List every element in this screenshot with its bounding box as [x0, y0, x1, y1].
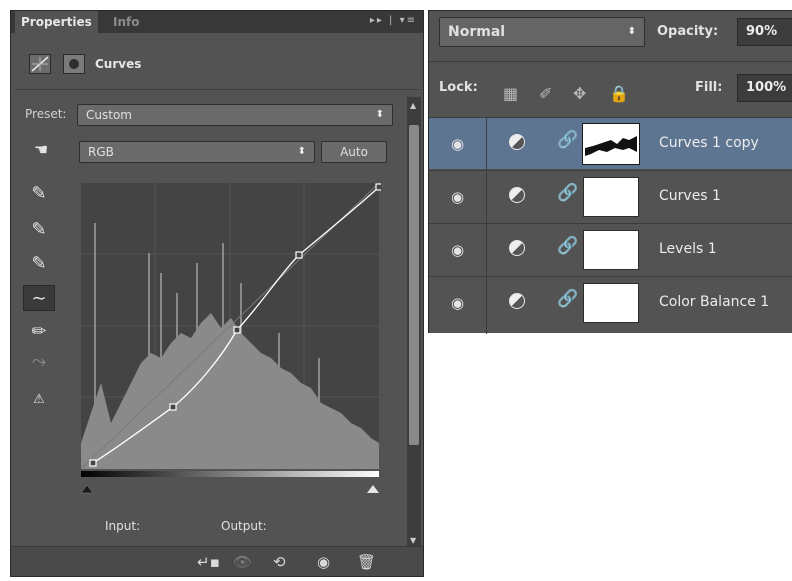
black-point-eyedropper-icon[interactable]: ✎ [23, 181, 55, 207]
clipping-warning-icon[interactable]: ⚠ [23, 387, 55, 413]
adjustment-layer-icon [509, 134, 525, 150]
lock-transparent-pixels-icon[interactable]: ▦ [503, 84, 518, 103]
layer-row[interactable]: ◉ 🔗 Levels 1 [429, 223, 792, 276]
black-point-slider[interactable] [81, 484, 94, 494]
white-point-eyedropper-icon[interactable]: ✎ [23, 251, 55, 277]
layer-mask-thumbnail[interactable] [583, 230, 639, 270]
properties-footer: ↵▪ 👁 ⟲ ◉ 🗑 [11, 546, 423, 576]
reset-icon[interactable]: ⟲ [273, 553, 286, 571]
blend-mode-select[interactable]: Normal ⬍ [439, 17, 645, 47]
channel-value: RGB [88, 145, 114, 159]
eye-icon[interactable]: ◉ [429, 224, 487, 276]
eye-icon[interactable]: ◉ [429, 118, 487, 170]
view-previous-state-icon[interactable]: 👁 [233, 553, 252, 571]
tab-properties[interactable]: Properties [15, 11, 98, 33]
layer-row[interactable]: ◉ 🔗 Color Balance 1 [429, 276, 792, 334]
opacity-field[interactable]: 90% [737, 18, 792, 46]
mask-preview [585, 136, 637, 156]
layer-mask-icon[interactable] [63, 54, 85, 74]
channel-select[interactable]: RGB ⬍ [79, 141, 315, 163]
lock-image-pixels-icon[interactable]: ✐ [539, 84, 552, 103]
select-arrow-icon: ⬍ [627, 26, 636, 37]
adjustment-layer-icon [509, 293, 525, 309]
scroll-up-icon[interactable]: ▲ [410, 101, 416, 110]
opacity-label: Opacity: [657, 24, 719, 39]
layer-row[interactable]: ◉ 🔗 Curves 1 copy [429, 117, 792, 170]
layers-panel: Normal ⬍ Opacity: 90% Lock: ▦ ✐ ✥ 🔒 Fill… [428, 10, 792, 334]
blend-opacity-row: Normal ⬍ Opacity: 90% [429, 11, 792, 53]
fill-label: Fill: [695, 80, 723, 95]
divider [15, 89, 419, 90]
curve-point[interactable] [233, 326, 241, 334]
auto-button[interactable]: Auto [321, 141, 387, 163]
link-chain-icon[interactable]: 🔗 [557, 236, 578, 256]
properties-scrollbar[interactable]: ▲ ▼ [407, 97, 421, 549]
link-chain-icon[interactable]: 🔗 [557, 130, 578, 150]
output-label: Output: [221, 519, 267, 533]
curves-graph[interactable] [81, 183, 381, 503]
adjustment-layer-icon [509, 187, 525, 203]
input-gradient-bar [81, 471, 379, 477]
divider [429, 61, 792, 62]
smooth-curve-icon[interactable]: ⤳ [23, 349, 55, 375]
layer-mask-thumbnail[interactable] [583, 177, 639, 217]
select-arrow-icon: ⬍ [297, 146, 306, 157]
adjustment-header: Curves [11, 51, 423, 81]
gray-point-eyedropper-icon[interactable]: ✎ [23, 217, 55, 243]
panel-menu-icon[interactable]: ▸▸ | ▾≡ [370, 15, 417, 26]
layer-name[interactable]: Curves 1 copy [659, 135, 759, 151]
curve-point[interactable] [89, 459, 97, 467]
curve-point[interactable] [375, 183, 381, 191]
link-chain-icon[interactable]: 🔗 [557, 289, 578, 309]
white-point-slider[interactable] [367, 485, 379, 493]
layer-name[interactable]: Color Balance 1 [659, 294, 769, 310]
layer-name[interactable]: Curves 1 [659, 188, 721, 204]
curve-point[interactable] [295, 251, 303, 259]
eye-icon[interactable]: ◉ [429, 277, 487, 334]
layer-name[interactable]: Levels 1 [659, 241, 717, 257]
pencil-draw-icon[interactable]: ✏ [23, 319, 55, 345]
layer-row[interactable]: ◉ 🔗 Curves 1 [429, 170, 792, 223]
preset-label: Preset: [25, 107, 67, 121]
blend-mode-value: Normal [448, 24, 506, 40]
select-arrow-icon: ⬍ [375, 109, 384, 120]
curves-adjustment-icon[interactable] [29, 54, 51, 74]
link-chain-icon[interactable]: 🔗 [557, 183, 578, 203]
delete-icon[interactable]: 🗑 [357, 553, 376, 571]
curve-point[interactable] [169, 403, 177, 411]
lock-all-icon[interactable]: 🔒 [609, 84, 629, 103]
adjustment-title: Curves [95, 57, 142, 71]
lock-position-icon[interactable]: ✥ [573, 84, 586, 103]
input-label: Input: [105, 519, 141, 533]
edit-points-curve-icon[interactable]: ∼ [23, 285, 55, 311]
lock-label: Lock: [439, 80, 478, 95]
layer-mask-thumbnail[interactable] [582, 123, 640, 165]
preset-select[interactable]: Custom ⬍ [77, 104, 393, 126]
scroll-thumb[interactable] [409, 125, 419, 445]
eye-icon[interactable]: ◉ [429, 171, 487, 223]
scroll-down-icon[interactable]: ▼ [410, 536, 416, 545]
adjustment-layer-icon [509, 240, 525, 256]
tab-info[interactable]: Info [107, 11, 145, 33]
clip-to-layer-icon[interactable]: ↵▪ [197, 553, 220, 571]
preset-value: Custom [86, 108, 132, 122]
targeted-adjustment-hand-icon[interactable]: ☚ [25, 137, 57, 163]
visibility-icon[interactable]: ◉ [317, 553, 330, 571]
fill-field[interactable]: 100% [737, 74, 792, 102]
properties-tab-bar: Properties Info ▸▸ | ▾≡ [11, 11, 423, 33]
layer-mask-thumbnail[interactable] [583, 283, 639, 323]
properties-panel: Properties Info ▸▸ | ▾≡ Curves Preset: C… [10, 10, 424, 577]
